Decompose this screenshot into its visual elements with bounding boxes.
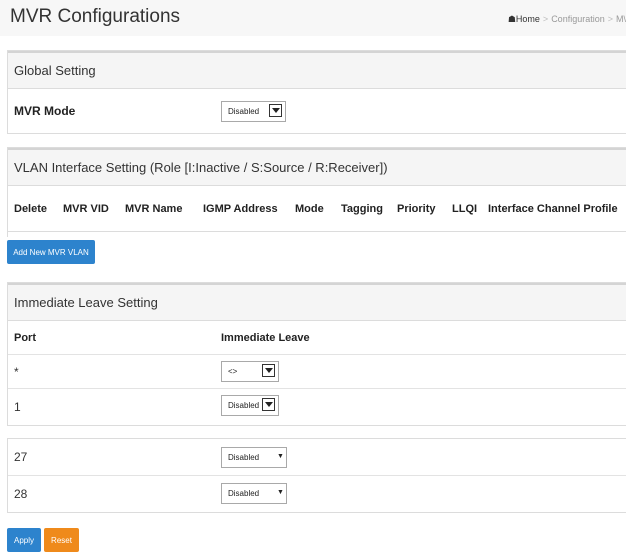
immediate-leave-heading: Immediate Leave Setting — [8, 283, 626, 321]
global-setting-panel: Global Setting MVR Mode Disabled — [7, 50, 626, 134]
mvr-mode-select[interactable]: Disabled — [221, 101, 286, 122]
immediate-leave-select[interactable]: Disabled — [221, 395, 279, 416]
immediate-leave-table-header: Port Immediate Leave — [8, 321, 626, 355]
port-value: * — [14, 364, 19, 379]
vlan-table-header: Delete MVR VID MVR Name IGMP Address Mod… — [8, 186, 626, 232]
immediate-leave-panel-continued: 27 Disabled ▼ 28 Disabled ▼ — [7, 438, 626, 513]
mvr-mode-value: Disabled — [228, 107, 260, 116]
port-value: 1 — [14, 400, 21, 414]
home-icon[interactable]: ☗ — [508, 14, 516, 24]
column-header-port: Port — [14, 331, 36, 344]
immediate-leave-select[interactable]: Disabled ▼ — [221, 447, 287, 468]
table-row: 28 Disabled ▼ — [8, 476, 626, 512]
column-header-delete: Delete — [14, 202, 48, 215]
chevron-down-icon — [269, 104, 282, 117]
breadcrumb: ☗Home > Configuration > M\ — [508, 14, 626, 25]
breadcrumb-separator: > — [607, 14, 613, 24]
column-header-mvr-vid: MVR VID — [63, 202, 109, 215]
breadcrumb-home[interactable]: Home — [516, 14, 540, 24]
page-title: MVR Configurations — [10, 6, 181, 27]
column-header-priority: Priority — [397, 202, 436, 215]
immediate-leave-value: Disabled — [228, 401, 260, 410]
table-row: 1 Disabled — [8, 389, 626, 425]
breadcrumb-separator: > — [542, 14, 549, 24]
column-header-tagging: Tagging — [341, 202, 383, 215]
add-new-mvr-vlan-button[interactable]: Add New MVR VLAN — [7, 240, 95, 264]
mvr-mode-label: MVR Mode — [14, 104, 76, 118]
table-row: * <> — [8, 355, 626, 389]
column-header-mode: Mode — [295, 202, 324, 215]
chevron-down-icon: ▼ — [277, 453, 284, 460]
port-value: 27 — [14, 450, 28, 464]
column-header-llqi: LLQI — [452, 202, 478, 215]
vlan-interface-panel: VLAN Interface Setting (Role [I:Inactive… — [7, 147, 626, 237]
immediate-leave-select[interactable]: Disabled ▼ — [221, 483, 287, 504]
immediate-leave-value: <> — [228, 367, 238, 376]
table-row: 27 Disabled ▼ — [8, 439, 626, 476]
immediate-leave-value: Disabled — [228, 453, 260, 462]
column-header-igmp-address: IGMP Address — [203, 202, 278, 215]
column-header-immediate-leave: Immediate Leave — [221, 331, 310, 344]
breadcrumb-configuration[interactable]: Configuration — [551, 14, 605, 24]
column-header-interface-channel-profile: Interface Channel Profile — [488, 202, 618, 215]
chevron-down-icon — [262, 364, 275, 377]
mvr-mode-row: MVR Mode Disabled — [8, 89, 626, 133]
chevron-down-icon — [262, 398, 275, 411]
port-value: 28 — [14, 487, 28, 501]
reset-button[interactable]: Reset — [44, 528, 79, 552]
column-header-mvr-name: MVR Name — [125, 202, 183, 215]
immediate-leave-select[interactable]: <> — [221, 361, 279, 382]
immediate-leave-value: Disabled — [228, 489, 260, 498]
chevron-down-icon: ▼ — [277, 489, 284, 496]
page-header: MVR Configurations ☗Home > Configuration > M… — [0, 0, 626, 36]
immediate-leave-panel: Immediate Leave Setting Port Immediate L… — [7, 282, 626, 426]
breadcrumb-current: M\ — [616, 14, 626, 24]
vlan-interface-heading: VLAN Interface Setting (Role [I:Inactive… — [8, 148, 626, 186]
apply-button[interactable]: Apply — [7, 528, 41, 552]
global-setting-heading: Global Setting — [8, 51, 626, 89]
